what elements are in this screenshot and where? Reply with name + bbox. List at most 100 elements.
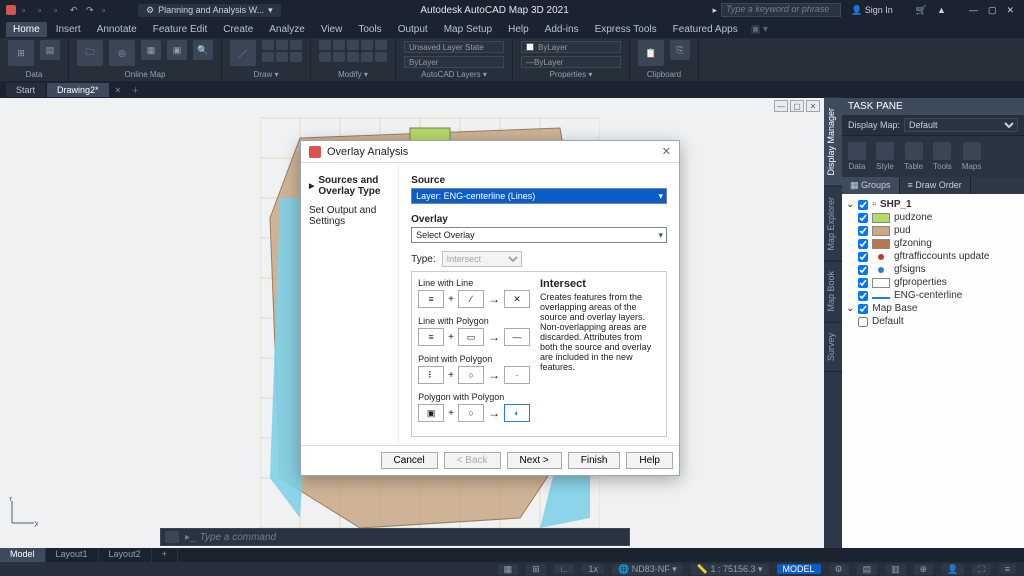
tab-tools[interactable]: Tools <box>351 22 388 37</box>
layer-item[interactable]: Default <box>872 316 904 327</box>
tp-data-button[interactable]: Data <box>848 142 866 171</box>
arcgis-connector-button[interactable]: ◎ <box>109 40 135 66</box>
status-toggle[interactable]: ⚙ <box>829 564 849 575</box>
cancel-button[interactable]: Cancel <box>381 452 438 469</box>
panel-label-modify[interactable]: Modify ▾ <box>319 69 387 81</box>
status-toggle[interactable]: 1x <box>582 564 604 574</box>
viewport-max-icon[interactable]: ▢ <box>790 100 804 112</box>
expand-icon[interactable]: ⌄ <box>846 199 854 210</box>
tab-overflow-icon[interactable]: ▣ ▾ <box>751 24 768 35</box>
tab-featured-apps[interactable]: Featured Apps <box>666 22 745 37</box>
help-search-input[interactable]: Type a keyword or phrase <box>721 3 841 17</box>
qat-print-icon[interactable]: ▫ <box>102 5 112 15</box>
modify-tool-icon[interactable] <box>347 40 359 50</box>
source-dropdown[interactable]: Layer: ENG-centerline (Lines) <box>411 188 667 204</box>
window-min-icon[interactable]: — <box>969 5 978 15</box>
cart-icon[interactable]: 🛒 <box>916 5 927 16</box>
help-button[interactable]: Help <box>626 452 673 469</box>
draw-tool-icon[interactable] <box>290 52 302 62</box>
modify-tool-icon[interactable] <box>319 52 331 62</box>
status-toggle[interactable]: ▦ <box>498 564 519 575</box>
layer-checkbox[interactable] <box>858 317 868 327</box>
attach-button[interactable]: 🗀 <box>77 40 103 66</box>
tp-tools-button[interactable]: Tools <box>933 142 952 171</box>
tab-map-setup[interactable]: Map Setup <box>437 22 499 37</box>
paste-button[interactable]: 📋 <box>638 40 664 66</box>
search-map-button[interactable]: 🔍 <box>193 40 213 60</box>
qat-new-icon[interactable]: ▫ <box>22 5 32 15</box>
modify-tool-icon[interactable] <box>347 52 359 62</box>
next-button[interactable]: Next > <box>507 452 562 469</box>
linetype-dropdown[interactable]: — ByLayer <box>521 56 621 68</box>
tab-view[interactable]: View <box>314 22 350 37</box>
tab-close-icon[interactable]: ✕ <box>111 86 126 95</box>
layer-item[interactable]: ENG-centerline <box>894 290 962 301</box>
workspace-dropdown[interactable]: ⚙ Planning and Analysis W... ▾ <box>138 4 281 17</box>
tp-table-button[interactable]: Table <box>904 142 923 171</box>
tp-maps-button[interactable]: Maps <box>962 142 982 171</box>
modify-tool-icon[interactable] <box>333 40 345 50</box>
draw-tool-icon[interactable] <box>290 40 302 50</box>
connect-button[interactable]: ⊞ <box>8 40 34 66</box>
layer-checkbox[interactable] <box>858 200 868 210</box>
copy-button[interactable]: ⎘ <box>670 40 690 60</box>
polyline-button[interactable]: ／ <box>230 40 256 66</box>
status-scale[interactable]: 📏 1 : 75156.3 ▾ <box>691 564 769 575</box>
panel-label-draw[interactable]: Draw ▾ <box>230 69 302 81</box>
map-on-button[interactable]: ▦ <box>141 40 161 60</box>
status-model-toggle[interactable]: MODEL <box>777 564 821 574</box>
draw-tool-icon[interactable] <box>276 40 288 50</box>
status-coord-sys[interactable]: 🌐 ND83-NF ▾ <box>612 564 683 575</box>
layer-state-dropdown[interactable]: Unsaved Layer State <box>404 41 504 53</box>
tab-express-tools[interactable]: Express Tools <box>588 22 664 37</box>
tab-drawing[interactable]: Drawing2* <box>47 83 109 97</box>
signin-button[interactable]: 👤 Sign In <box>851 5 893 16</box>
tab-home[interactable]: Home <box>6 22 47 37</box>
tp-style-button[interactable]: Style <box>876 142 894 171</box>
layer-checkbox[interactable] <box>858 304 868 314</box>
tree-mapbase[interactable]: Map Base <box>872 303 917 314</box>
modify-tool-icon[interactable] <box>361 40 373 50</box>
filter-button[interactable]: ▤ <box>40 40 60 60</box>
dialog-close-icon[interactable]: ✕ <box>662 145 671 158</box>
modify-tool-icon[interactable] <box>375 52 387 62</box>
tree-root[interactable]: SHP_1 <box>880 199 912 210</box>
modify-tool-icon[interactable] <box>319 40 331 50</box>
overlay-dropdown[interactable]: Select Overlay <box>411 227 667 243</box>
status-toggle[interactable]: ∟ <box>554 564 575 574</box>
modify-tool-icon[interactable] <box>375 40 387 50</box>
tab-annotate[interactable]: Annotate <box>90 22 144 37</box>
back-button[interactable]: < Back <box>444 452 501 469</box>
qat-save-icon[interactable]: ▫ <box>54 5 64 15</box>
modify-tool-icon[interactable] <box>361 52 373 62</box>
tab-layout1[interactable]: Layout1 <box>46 548 99 562</box>
status-toggle[interactable]: ⊕ <box>914 564 934 575</box>
finish-button[interactable]: Finish <box>568 452 621 469</box>
layer-item[interactable]: gfproperties <box>894 277 947 288</box>
qat-redo-icon[interactable]: ↷ <box>86 5 96 15</box>
layer-checkbox[interactable] <box>858 265 868 275</box>
display-map-select[interactable]: Default <box>904 118 1018 132</box>
window-max-icon[interactable]: ▢ <box>988 5 997 16</box>
layer-current-dropdown[interactable]: ByLayer <box>404 56 504 68</box>
status-toggle[interactable]: ▥ <box>885 564 906 575</box>
layer-item[interactable]: gftrafficcounts update <box>894 251 989 262</box>
layer-checkbox[interactable] <box>858 252 868 262</box>
layer-checkbox[interactable] <box>858 213 868 223</box>
tab-addins[interactable]: Add-ins <box>538 22 586 37</box>
layer-checkbox[interactable] <box>858 291 868 301</box>
tab-help[interactable]: Help <box>501 22 536 37</box>
expand-icon[interactable]: ⌄ <box>846 303 854 314</box>
qat-undo-icon[interactable]: ↶ <box>70 5 80 15</box>
vtab-map-book[interactable]: Map Book <box>824 261 842 323</box>
window-close-icon[interactable]: ✕ <box>1006 5 1014 16</box>
status-toggle[interactable]: 👤 <box>941 564 964 575</box>
layer-item[interactable]: gfzoning <box>894 238 932 249</box>
type-dropdown[interactable]: Intersect <box>442 251 522 267</box>
layer-checkbox[interactable] <box>858 239 868 249</box>
viewport-min-icon[interactable]: — <box>774 100 788 112</box>
vtab-survey[interactable]: Survey <box>824 323 842 372</box>
wizard-step-output[interactable]: Set Output and Settings <box>305 201 394 231</box>
draw-tool-icon[interactable] <box>262 40 274 50</box>
tab-layout-add-icon[interactable]: + <box>152 548 178 562</box>
